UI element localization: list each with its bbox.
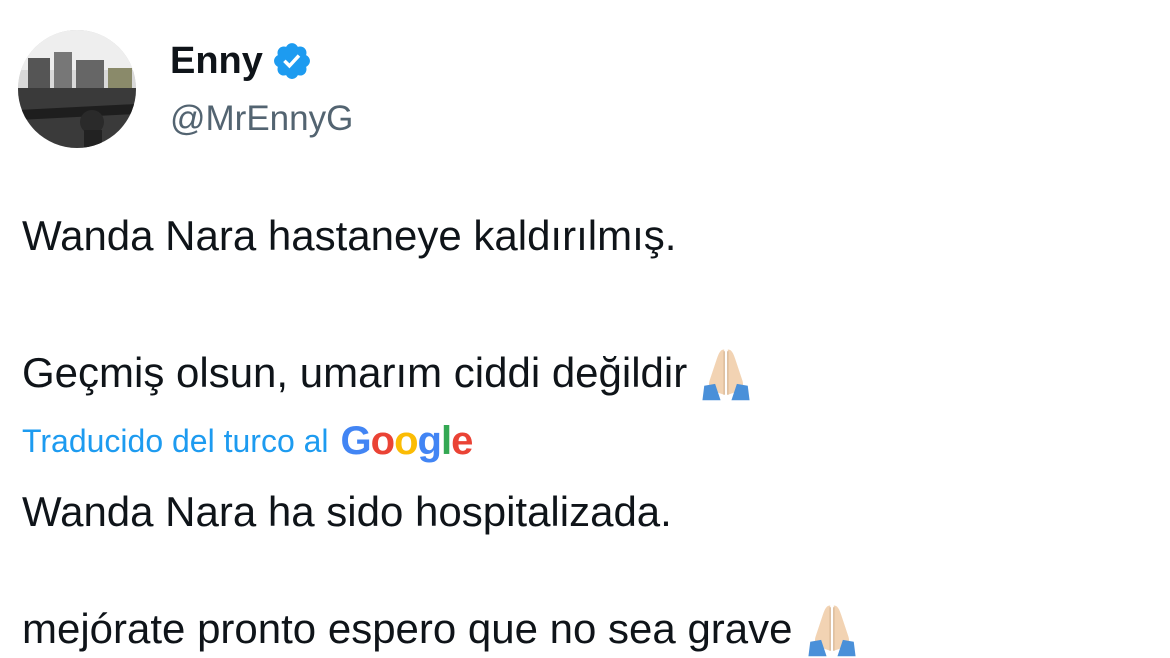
- folded-hands-emoji-icon: [807, 605, 856, 657]
- author-name-row[interactable]: Enny: [170, 36, 313, 86]
- folded-hands-emoji-icon: [702, 349, 750, 401]
- translated-text: mejórate pronto espero que no sea grave: [22, 605, 793, 652]
- tweet-original-line-1: Wanda Nara hastaneye kaldırılmış.: [22, 208, 676, 264]
- google-logo: Google: [340, 419, 474, 463]
- translation-label[interactable]: Traducido del turco al: [22, 418, 329, 464]
- tweet-text: Geçmiş olsun, umarım ciddi değildir: [22, 349, 688, 396]
- author-handle[interactable]: @MrEnnyG: [170, 96, 353, 142]
- avatar-photo: [18, 30, 136, 148]
- tweet-translated-line-2: mejórate pronto espero que no sea grave: [22, 600, 861, 658]
- tweet-original-line-2: Geçmiş olsun, umarım ciddi değildir: [22, 344, 755, 402]
- author-name[interactable]: Enny: [170, 36, 263, 86]
- translation-notice[interactable]: Traducido del turco al Google: [22, 418, 474, 464]
- tweet-text: Wanda Nara hastaneye kaldırılmış.: [22, 212, 677, 259]
- avatar[interactable]: [18, 30, 136, 148]
- verified-badge-icon: [273, 43, 310, 79]
- translated-text: Wanda Nara ha sido hospitalizada.: [22, 488, 672, 535]
- tweet-translated-line-1: Wanda Nara ha sido hospitalizada.: [22, 484, 672, 540]
